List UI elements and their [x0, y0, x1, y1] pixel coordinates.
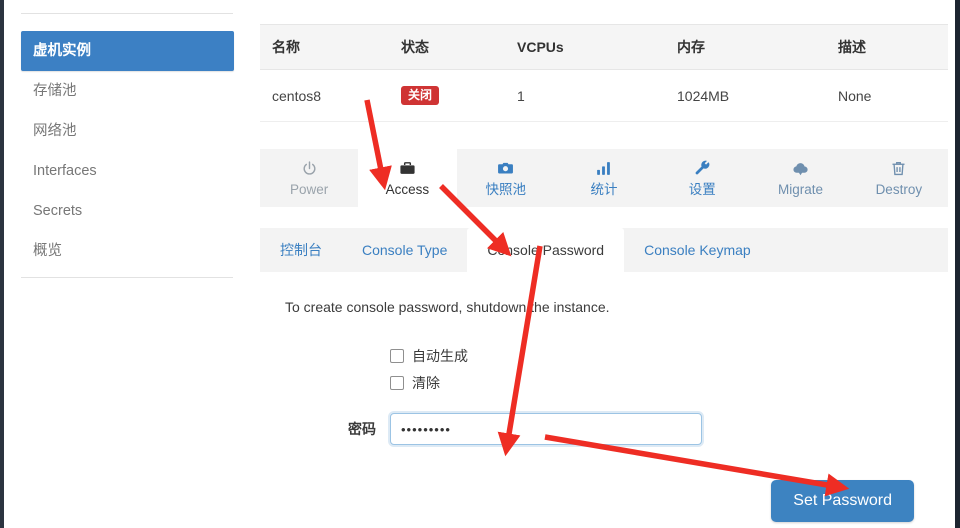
checkbox-label-clear: 清除: [412, 375, 440, 391]
checkbox-autogenerate[interactable]: [390, 349, 404, 363]
briefcase-icon: [399, 160, 416, 177]
toolbar-label-migrate: Migrate: [778, 181, 824, 197]
sidebar-item-overview[interactable]: 概览: [21, 231, 234, 271]
trash-icon: [890, 160, 907, 177]
sidebar-item-storage-pool[interactable]: 存储池: [21, 71, 234, 111]
cell-instance-memory: 1024MB: [665, 69, 826, 122]
cell-instance-description: None: [826, 69, 948, 122]
cell-instance-name[interactable]: centos8: [260, 69, 389, 122]
sidebar-divider-top: [21, 13, 233, 14]
toolbar-label-access: Access: [385, 181, 430, 197]
status-badge: 关闭: [401, 86, 440, 105]
panel-hint-text: To create console password, shutdown the…: [285, 299, 610, 315]
toolbar-button-power[interactable]: Power: [260, 149, 358, 207]
toolbar-label-settings: 设置: [688, 181, 716, 197]
toolbar-label-stats: 统计: [590, 181, 618, 197]
checkbox-row-clear[interactable]: 清除: [390, 373, 440, 393]
set-password-button[interactable]: Set Password: [771, 480, 914, 522]
console-subtabs: 控制台 Console Type Console Password Consol…: [260, 228, 948, 272]
tab-console-type[interactable]: Console Type: [342, 228, 467, 272]
toolbar-button-access[interactable]: Access: [358, 149, 457, 207]
col-header-vcpus: VCPUs: [505, 24, 665, 70]
password-input[interactable]: [390, 413, 702, 445]
wrench-icon: [694, 160, 711, 177]
toolbar-button-snapshot[interactable]: 快照池: [457, 149, 555, 207]
sidebar-nav: 虚机实例 存储池 网络池 Interfaces Secrets 概览: [21, 31, 234, 271]
instance-action-toolbar: Power Access 快照池 统计 设置 Migrate Destroy: [260, 149, 948, 207]
sidebar: 虚机实例 存储池 网络池 Interfaces Secrets 概览: [17, 0, 245, 528]
cloud-upload-icon: [792, 160, 809, 177]
camera-icon: [497, 160, 514, 177]
col-header-description: 描述: [826, 24, 948, 70]
toolbar-label-power: Power: [290, 181, 329, 197]
tab-console-keymap[interactable]: Console Keymap: [624, 228, 771, 272]
cell-instance-vcpus: 1: [505, 69, 665, 122]
sidebar-item-secrets[interactable]: Secrets: [21, 191, 234, 231]
password-row: 密码: [260, 413, 948, 445]
checkbox-clear[interactable]: [390, 376, 404, 390]
password-label: 密码: [348, 421, 376, 437]
main-content: 名称 状态 VCPUs 内存 描述 centos8 关闭 1 1024MB No…: [256, 0, 948, 528]
sidebar-item-network-pool[interactable]: 网络池: [21, 111, 234, 151]
console-password-panel: To create console password, shutdown the…: [260, 272, 948, 528]
toolbar-button-stats[interactable]: 统计: [555, 149, 653, 207]
instance-table: 名称 状态 VCPUs 内存 描述 centos8 关闭 1 1024MB No…: [260, 24, 948, 122]
col-header-state: 状态: [389, 24, 505, 70]
sidebar-item-interfaces[interactable]: Interfaces: [21, 151, 234, 191]
tab-console[interactable]: 控制台: [260, 228, 342, 272]
checkbox-row-autogenerate[interactable]: 自动生成: [390, 346, 468, 366]
cell-instance-state: 关闭: [389, 69, 505, 122]
checkbox-label-autogenerate: 自动生成: [412, 348, 468, 364]
table-row[interactable]: centos8 关闭 1 1024MB None: [260, 69, 948, 122]
toolbar-label-snapshot: 快照池: [485, 181, 526, 197]
sidebar-item-instances[interactable]: 虚机实例: [21, 31, 234, 71]
tab-console-password[interactable]: Console Password: [467, 228, 625, 272]
col-header-name: 名称: [260, 24, 389, 70]
bar-chart-icon: [595, 160, 612, 177]
col-header-memory: 内存: [665, 24, 826, 70]
table-header-row: 名称 状态 VCPUs 内存 描述: [260, 24, 948, 70]
power-icon: [301, 160, 318, 177]
app-window: 虚机实例 存储池 网络池 Interfaces Secrets 概览 名称 状态…: [0, 0, 960, 528]
toolbar-button-settings[interactable]: 设置: [653, 149, 751, 207]
toolbar-button-migrate[interactable]: Migrate: [751, 149, 849, 207]
toolbar-label-destroy: Destroy: [875, 181, 923, 197]
sidebar-divider-bottom: [21, 277, 233, 278]
toolbar-button-destroy[interactable]: Destroy: [850, 149, 948, 207]
instance-table-wrap: 名称 状态 VCPUs 内存 描述 centos8 关闭 1 1024MB No…: [260, 24, 948, 122]
